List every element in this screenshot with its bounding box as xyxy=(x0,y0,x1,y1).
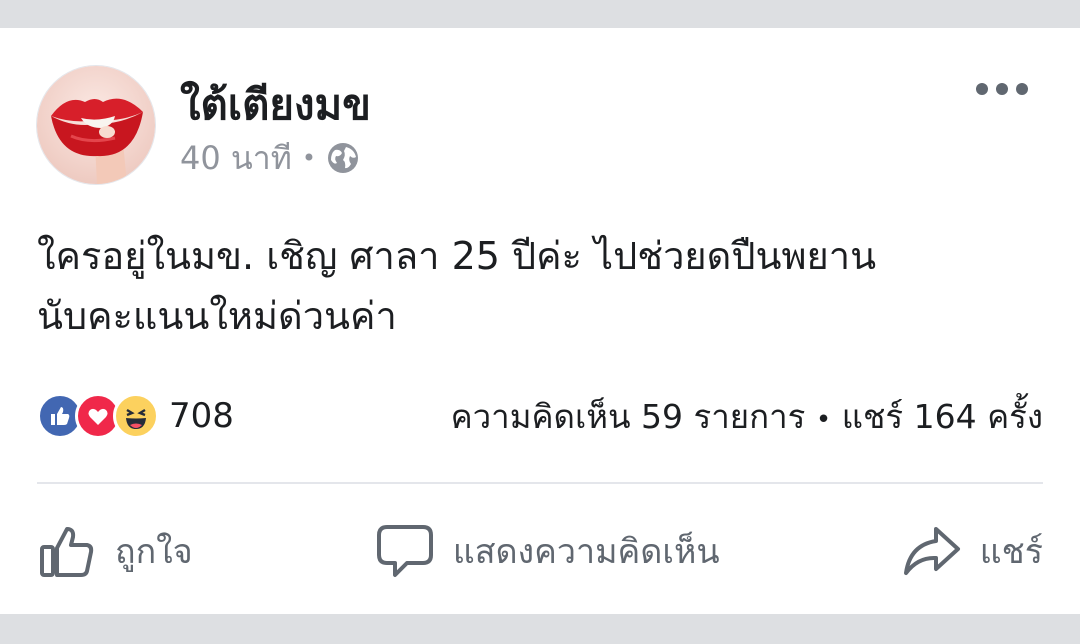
comment-bubble-icon xyxy=(375,521,435,581)
stats-separator: • xyxy=(815,404,832,435)
more-options-icon[interactable] xyxy=(976,74,1028,104)
reaction-count: 708 xyxy=(169,396,234,436)
action-bar: ถูกใจ แสดงความคิดเห็น แชร์ xyxy=(37,516,1043,586)
post-meta: 40 นาที • xyxy=(180,138,360,178)
post-timestamp[interactable]: 40 นาที xyxy=(180,133,292,184)
comment-button-label: แสดงความคิดเห็น xyxy=(452,532,720,572)
share-count-link[interactable]: แชร์ 164 ครั้ง xyxy=(842,397,1043,436)
comment-count-link[interactable]: ความคิดเห็น 59 รายการ xyxy=(451,397,806,436)
author-avatar[interactable] xyxy=(37,66,155,184)
reactions-summary[interactable]: 708 xyxy=(37,393,234,439)
meta-separator: • xyxy=(301,144,316,172)
post-card: ใต้เตียงมข 40 นาที • ใครอยู่ในมข. เชิญ ศ… xyxy=(0,28,1080,614)
divider xyxy=(37,482,1043,484)
post-stats: ความคิดเห็น 59 รายการ • แชร์ 164 ครั้ง xyxy=(451,390,1043,443)
post-text-line: ใครอยู่ในมข. เชิญ ศาลา 25 ปีค่ะ ไปช่วยดป… xyxy=(37,234,877,278)
globe-icon xyxy=(326,141,360,175)
post-text-line: นับคะแนนใหม่ด่วนค่า xyxy=(37,294,397,338)
lips-picture xyxy=(51,98,143,184)
share-arrow-icon xyxy=(902,521,962,581)
haha-reaction-icon xyxy=(113,393,159,439)
like-button[interactable]: ถูกใจ xyxy=(37,521,193,581)
author-name[interactable]: ใต้เตียงมข xyxy=(180,72,371,138)
comment-button[interactable]: แสดงความคิดเห็น xyxy=(375,521,720,581)
engagement-summary: 708 ความคิดเห็น 59 รายการ • แชร์ 164 ครั… xyxy=(37,390,1043,442)
post-body: ใครอยู่ในมข. เชิญ ศาลา 25 ปีค่ะ ไปช่วยดป… xyxy=(37,226,1047,346)
share-button-label: แชร์ xyxy=(979,532,1043,572)
thumbs-up-icon xyxy=(37,521,97,581)
like-button-label: ถูกใจ xyxy=(115,532,193,572)
share-button[interactable]: แชร์ xyxy=(902,521,1043,581)
